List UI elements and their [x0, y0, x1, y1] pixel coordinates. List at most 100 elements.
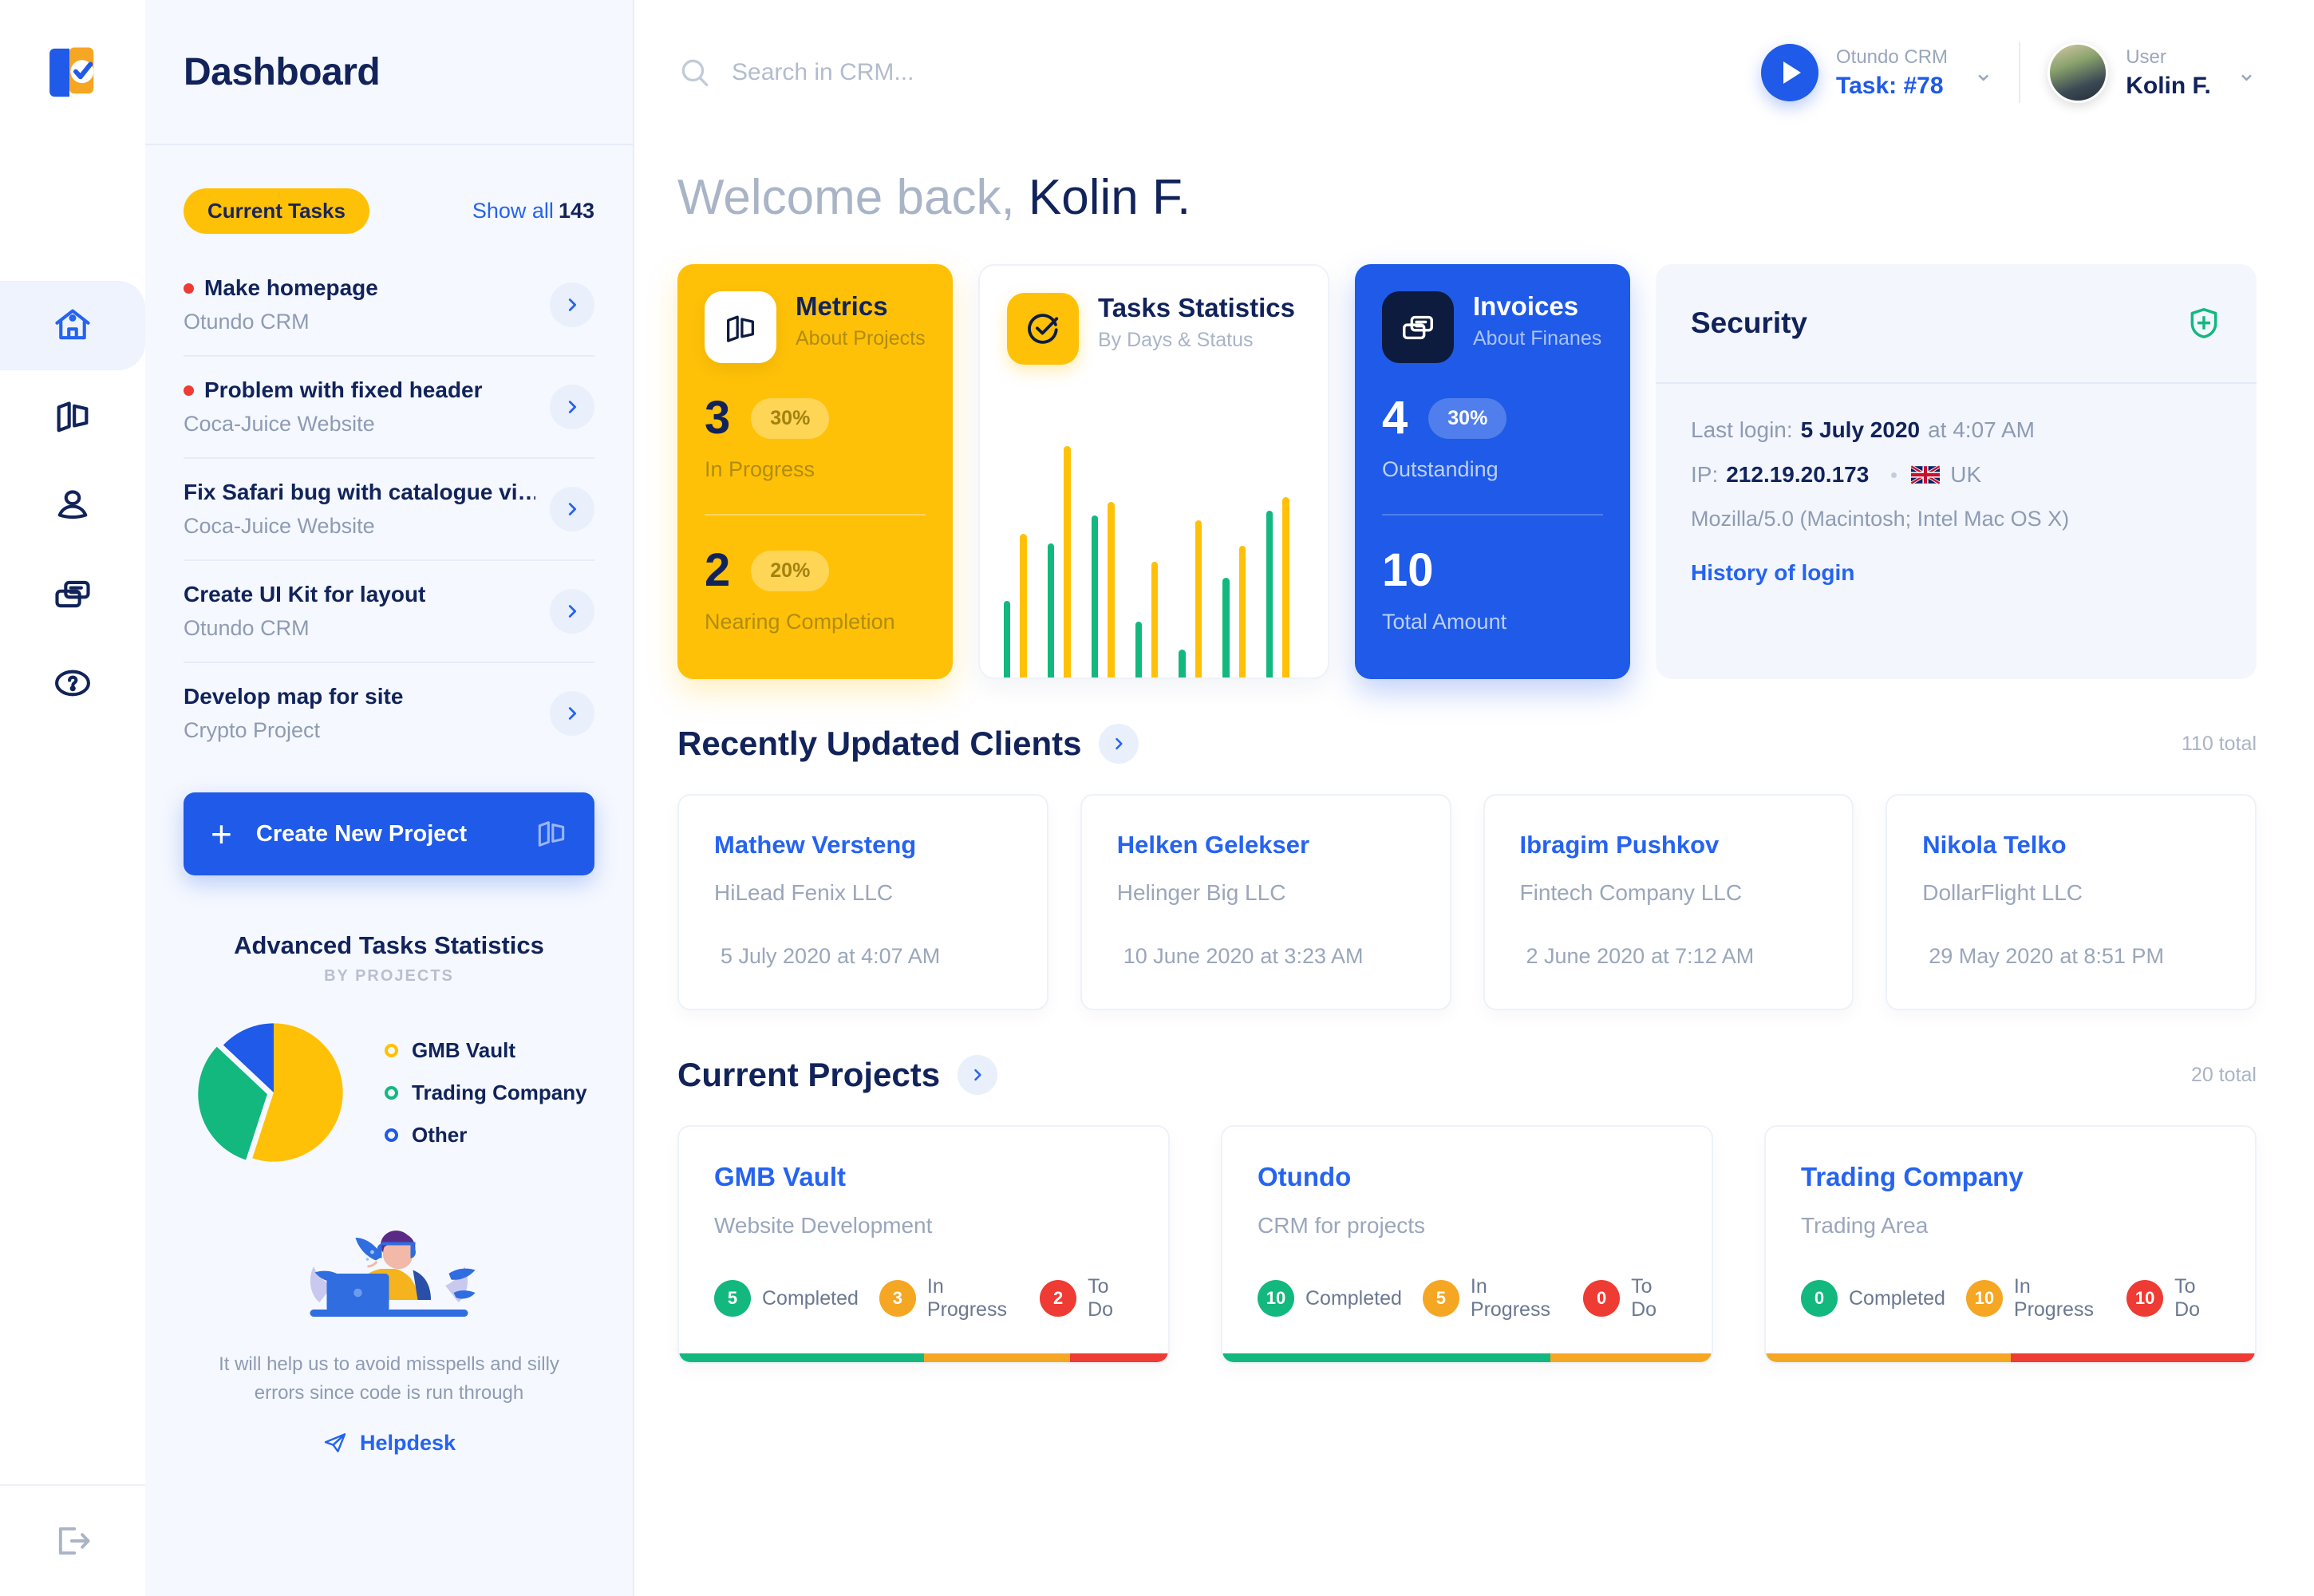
- tasks-statistics-card[interactable]: Tasks Statistics By Days & Status: [978, 264, 1329, 679]
- welcome-prefix: Welcome back,: [677, 170, 1015, 225]
- task-list-item[interactable]: Fix Safari bug with catalogue vi… Coca-Ju…: [184, 459, 594, 561]
- play-button[interactable]: [1761, 44, 1818, 101]
- completed-count: 0: [1801, 1280, 1838, 1317]
- user-chevron-down-icon[interactable]: ⌄: [2237, 59, 2257, 87]
- content: Welcome back, Kolin F. Metrics About Pro…: [634, 145, 2314, 1596]
- client-name[interactable]: Mathew Versteng: [714, 831, 1012, 859]
- project-card[interactable]: GMB Vault Website Development 5 Completed 3 I…: [677, 1125, 1170, 1364]
- in-progress-label: In Progress: [2013, 1275, 2094, 1321]
- progress-segment-in-progress: [923, 1353, 1071, 1362]
- task-title: Fix Safari bug with catalogue vi…: [184, 480, 535, 504]
- tasks-bar-chart: [1004, 438, 1310, 678]
- client-name[interactable]: Helken Gelekser: [1117, 831, 1415, 859]
- task-open-button[interactable]: [550, 282, 594, 327]
- task-open-button[interactable]: [550, 487, 594, 531]
- client-date: 10 June 2020: [1123, 944, 1254, 968]
- project-card[interactable]: Otundo CRM for projects 10 Completed 5 In Pro…: [1221, 1125, 1713, 1364]
- clients-more-button[interactable]: [1099, 724, 1139, 764]
- invoices-icon: [1403, 315, 1433, 340]
- ats-title: Advanced Tasks Statistics: [234, 931, 544, 959]
- metrics-subtitle: About Projects: [796, 327, 926, 350]
- client-card[interactable]: Nikola Telko DollarFlight LLC 29 May 2020 a…: [1886, 794, 2257, 1010]
- invoices-stat-2: 10 Total Amount: [1382, 516, 1603, 634]
- metrics-stat-1-label: In Progress: [705, 457, 815, 481]
- task-open-button[interactable]: [550, 589, 594, 634]
- todo-label: To Do: [1088, 1275, 1114, 1321]
- search-icon: [681, 59, 709, 87]
- project-card[interactable]: Trading Company Trading Area 0 Completed 10 I…: [1764, 1125, 2257, 1364]
- client-card[interactable]: Helken Gelekser Helinger Big LLC 10 June 2…: [1080, 794, 1451, 1010]
- legend-swatch-icon: [385, 1085, 398, 1100]
- completed-label: Completed: [762, 1286, 859, 1310]
- client-name[interactable]: Nikola Telko: [1922, 831, 2220, 859]
- sidebar-item-invoices[interactable]: [0, 549, 145, 638]
- metrics-card[interactable]: Metrics About Projects 3 30% In Progress: [677, 264, 953, 679]
- project-body: Trading Company Trading Area 0 Completed 10 I…: [1766, 1127, 2255, 1353]
- task-list-item[interactable]: Develop map for site Crypto Project: [184, 663, 594, 764]
- legend-swatch-icon: [385, 1128, 398, 1142]
- project-stat-completed: 0 Completed: [1801, 1280, 1945, 1317]
- project-name[interactable]: Trading Company: [1801, 1162, 2220, 1192]
- project-stat-completed: 10 Completed: [1258, 1280, 1402, 1317]
- history-of-login-link[interactable]: History of login: [1691, 560, 2221, 586]
- metrics-stat-2-label: Nearing Completion: [705, 610, 895, 634]
- logout-button[interactable]: [0, 1484, 145, 1596]
- sidebar-item-projects[interactable]: [0, 370, 145, 460]
- invoices-card[interactable]: Invoices About Finanes 4 30% Outstanding: [1355, 264, 1630, 679]
- task-open-button[interactable]: [550, 691, 594, 736]
- last-login-time: at 4:07 AM: [1928, 417, 2035, 442]
- client-card[interactable]: Mathew Versteng HiLead Fenix LLC 5 July 20…: [677, 794, 1048, 1010]
- projects-section-header: Current Projects 20 total: [677, 1055, 2257, 1095]
- projects-list: GMB Vault Website Development 5 Completed 3 I…: [677, 1125, 2257, 1364]
- project-description: CRM for projects: [1258, 1213, 1426, 1238]
- sidebar-item-help[interactable]: [0, 638, 145, 728]
- project-name[interactable]: GMB Vault: [714, 1162, 1133, 1192]
- helpdesk-promo: It will help us to avoid misspells and s…: [184, 1214, 594, 1460]
- invoices-subtitle: About Finanes: [1473, 327, 1602, 350]
- chart-bar: [1282, 496, 1289, 678]
- chart-bar: [1179, 650, 1186, 678]
- metrics-stat-2-value: 2: [705, 544, 731, 596]
- invoices-icon: [55, 580, 90, 608]
- project-description: Trading Area: [1801, 1213, 1929, 1238]
- search-input[interactable]: [732, 59, 1226, 86]
- task-list-item[interactable]: Problem with fixed header Coca-Juice Webs…: [184, 357, 594, 459]
- current-tasks-pill[interactable]: Current Tasks: [184, 188, 369, 234]
- user-icon: [57, 490, 88, 519]
- urgent-dot-icon: [184, 282, 194, 294]
- metrics-card-titles: Metrics About Projects: [796, 291, 926, 350]
- page-title: Dashboard: [184, 50, 381, 93]
- create-new-project-button[interactable]: + Create New Project: [184, 792, 594, 875]
- projects-more-button[interactable]: [958, 1055, 998, 1095]
- security-card-body: Last login: 5 July 2020 at 4:07 AM IP: 2…: [1656, 384, 2257, 586]
- in-progress-count: 3: [879, 1280, 916, 1317]
- show-all-tasks-link[interactable]: Show all 143: [472, 199, 594, 223]
- client-org: DollarFlight LLC: [1922, 880, 2083, 905]
- sidebar-item-clients[interactable]: [0, 460, 145, 549]
- progress-segment-completed: [679, 1353, 924, 1362]
- client-name[interactable]: Ibragim Pushkov: [1520, 831, 1818, 859]
- client-card[interactable]: Ibragim Pushkov Fintech Company LLC 2 June…: [1483, 794, 1854, 1010]
- pie-legend: GMB Vault Trading Company Other: [385, 1021, 587, 1165]
- avatar[interactable]: [2047, 42, 2109, 103]
- task-chevron-down-icon[interactable]: ⌄: [1973, 59, 1993, 87]
- user-role: User: [2126, 45, 2166, 68]
- task-list-item[interactable]: Create UI Kit for layout Otundo CRM: [184, 561, 594, 663]
- tasks-header: Current Tasks Show all 143: [184, 188, 594, 234]
- chart-bar: [1222, 578, 1230, 678]
- sidebar-item-home[interactable]: [0, 281, 145, 370]
- welcome-name: Kolin F.: [1028, 170, 1191, 225]
- task-open-button[interactable]: [550, 385, 594, 429]
- task-list-item[interactable]: Make homepage Otundo CRM: [184, 255, 594, 357]
- helpdesk-link[interactable]: Helpdesk: [322, 1430, 456, 1456]
- progress-segment-completed: [1222, 1353, 1550, 1362]
- project-description: Website Development: [714, 1213, 933, 1238]
- task-project: Otundo CRM: [184, 310, 310, 334]
- current-task-chip[interactable]: Otundo CRM Task: #78: [1761, 44, 1948, 101]
- project-stat-completed: 5 Completed: [714, 1280, 859, 1317]
- app-logo[interactable]: [0, 0, 145, 145]
- invoices-badge: [1382, 291, 1454, 363]
- metrics-badge: [705, 291, 776, 363]
- project-name[interactable]: Otundo: [1258, 1162, 1676, 1192]
- project-stat-todo: 0 To Do: [1583, 1275, 1676, 1321]
